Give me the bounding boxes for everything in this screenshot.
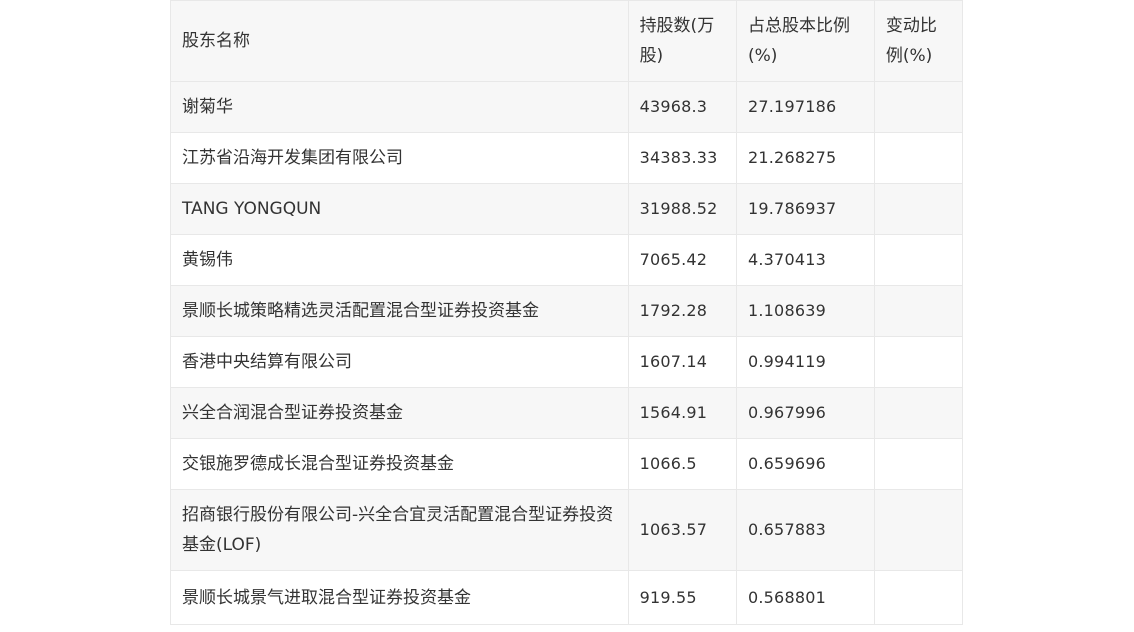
cell-name: 兴全合润混合型证券投资基金: [170, 387, 629, 439]
page: { "table": { "headers": { "name": "股东名称"…: [0, 0, 1134, 632]
cell-shares: 7065.42: [627, 234, 738, 286]
shareholders-table: 股东名称 持股数(万股) 占总股本比例(%) 变动比例(%) 谢菊华 43968…: [170, 0, 964, 625]
table-row: 黄锡伟 7065.42 4.370413: [170, 234, 964, 286]
table-row: 交银施罗德成长混合型证券投资基金 1066.5 0.659696: [170, 438, 964, 490]
header-shares-held: 持股数(万股): [627, 0, 738, 82]
cell-percent: 1.108639: [736, 285, 875, 337]
header-share-percent: 占总股本比例(%): [736, 0, 875, 82]
cell-percent: 0.659696: [736, 438, 875, 490]
table-row: 招商银行股份有限公司-兴全合宜灵活配置混合型证券投资基金(LOF) 1063.5…: [170, 489, 964, 571]
header-change-percent: 变动比例(%): [873, 0, 964, 82]
cell-name: TANG YONGQUN: [170, 183, 629, 235]
cell-name: 江苏省沿海开发集团有限公司: [170, 132, 629, 184]
cell-percent: 0.657883: [736, 489, 875, 571]
cell-change: [873, 387, 964, 439]
table-row: 谢菊华 43968.3 27.197186: [170, 81, 964, 133]
cell-change: [873, 489, 964, 571]
table-row: 香港中央结算有限公司 1607.14 0.994119: [170, 336, 964, 388]
cell-shares: 1066.5: [627, 438, 738, 490]
cell-shares: 919.55: [627, 570, 738, 625]
cell-shares: 1607.14: [627, 336, 738, 388]
cell-shares: 1792.28: [627, 285, 738, 337]
cell-percent: 0.967996: [736, 387, 875, 439]
cell-change: [873, 183, 964, 235]
cell-change: [873, 438, 964, 490]
cell-shares: 43968.3: [627, 81, 738, 133]
cell-change: [873, 234, 964, 286]
cell-name: 黄锡伟: [170, 234, 629, 286]
cell-shares: 1564.91: [627, 387, 738, 439]
table-row: 兴全合润混合型证券投资基金 1564.91 0.967996: [170, 387, 964, 439]
cell-name: 谢菊华: [170, 81, 629, 133]
cell-percent: 4.370413: [736, 234, 875, 286]
table-row: 景顺长城策略精选灵活配置混合型证券投资基金 1792.28 1.108639: [170, 285, 964, 337]
table-row: TANG YONGQUN 31988.52 19.786937: [170, 183, 964, 235]
cell-name: 交银施罗德成长混合型证券投资基金: [170, 438, 629, 490]
cell-shares: 1063.57: [627, 489, 738, 571]
cell-shares: 34383.33: [627, 132, 738, 184]
cell-change: [873, 132, 964, 184]
cell-change: [873, 285, 964, 337]
cell-change: [873, 336, 964, 388]
cell-name: 香港中央结算有限公司: [170, 336, 629, 388]
table-row: 景顺长城景气进取混合型证券投资基金 919.55 0.568801: [170, 570, 964, 625]
cell-name: 景顺长城策略精选灵活配置混合型证券投资基金: [170, 285, 629, 337]
cell-name: 景顺长城景气进取混合型证券投资基金: [170, 570, 629, 625]
cell-percent: 27.197186: [736, 81, 875, 133]
cell-percent: 0.568801: [736, 570, 875, 625]
cell-percent: 21.268275: [736, 132, 875, 184]
table-header-row: 股东名称 持股数(万股) 占总股本比例(%) 变动比例(%): [170, 0, 964, 82]
header-shareholder-name: 股东名称: [170, 0, 629, 82]
cell-change: [873, 570, 964, 625]
cell-percent: 0.994119: [736, 336, 875, 388]
cell-shares: 31988.52: [627, 183, 738, 235]
cell-percent: 19.786937: [736, 183, 875, 235]
cell-name: 招商银行股份有限公司-兴全合宜灵活配置混合型证券投资基金(LOF): [170, 489, 629, 571]
cell-change: [873, 81, 964, 133]
table-row: 江苏省沿海开发集团有限公司 34383.33 21.268275: [170, 132, 964, 184]
